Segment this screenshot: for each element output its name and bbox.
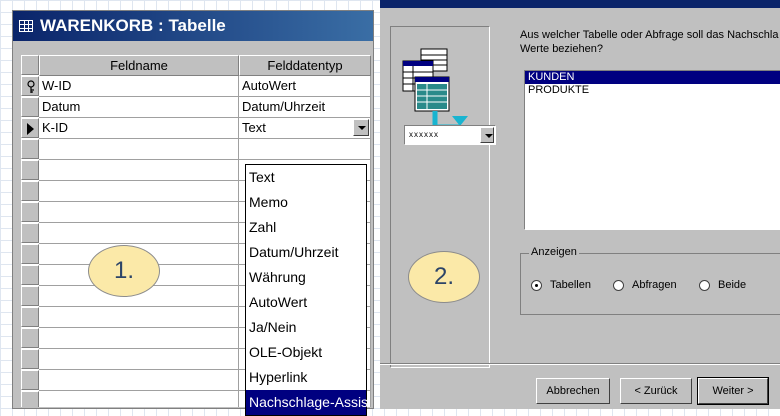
radio-unchecked-icon[interactable] xyxy=(613,279,624,291)
field-name-cell[interactable]: Datum xyxy=(39,97,239,118)
next-button[interactable]: Weiter > xyxy=(697,377,769,405)
row-selector[interactable] xyxy=(21,118,39,138)
field-name-cell[interactable] xyxy=(39,391,239,407)
radio-label: Tabellen xyxy=(550,279,591,291)
groupbox-label: Anzeigen xyxy=(529,246,579,258)
field-name-cell[interactable] xyxy=(39,328,239,349)
radio-label: Beide xyxy=(718,279,747,291)
field-name-cell[interactable] xyxy=(39,223,239,244)
row-selector[interactable] xyxy=(21,328,39,348)
table-row[interactable]: W-ID AutoWert xyxy=(21,76,371,97)
row-selector[interactable] xyxy=(21,370,39,390)
wizard-question: Aus welcher Tabelle oder Abfrage soll da… xyxy=(520,29,779,55)
anzeigen-groupbox: Anzeigen Tabellen Abfragen Beide xyxy=(520,246,780,315)
sample-combo-box[interactable]: xxxxxx xyxy=(404,125,496,145)
step-badge-2: 2. xyxy=(408,251,480,303)
row-selector[interactable] xyxy=(21,349,39,369)
row-selector[interactable] xyxy=(21,139,39,159)
row-selector[interactable] xyxy=(21,76,39,96)
field-name-cell[interactable] xyxy=(39,307,239,328)
button-divider xyxy=(380,363,780,365)
row-selector[interactable] xyxy=(21,202,39,222)
data-type-dropdown-list[interactable]: Text Memo Zahl Datum/Uhrzeit Währung Aut… xyxy=(245,164,368,416)
list-item[interactable]: PRODUKTE xyxy=(525,84,780,97)
row-selector[interactable] xyxy=(21,307,39,327)
wizard-title-bar[interactable] xyxy=(380,0,780,8)
window-title: WARENKORB : Tabelle xyxy=(40,16,226,35)
table-query-listbox[interactable]: KUNDEN PRODUKTE xyxy=(524,70,780,230)
row-selector[interactable] xyxy=(21,286,39,306)
column-header-feldname: Feldname xyxy=(39,55,239,76)
row-selector[interactable] xyxy=(21,97,39,117)
row-selector[interactable] xyxy=(21,160,39,180)
dropdown-option-waehrung[interactable]: Währung xyxy=(246,265,366,290)
grid-header: Feldname Felddatentyp xyxy=(21,55,371,76)
table-row[interactable]: Datum Datum/Uhrzeit xyxy=(21,97,371,118)
field-type-value: Text xyxy=(242,120,266,135)
cancel-button[interactable]: Abbrechen xyxy=(536,378,610,404)
radio-unchecked-icon[interactable] xyxy=(699,279,710,291)
dropdown-option-autowert[interactable]: AutoWert xyxy=(246,290,366,315)
wizard-graphic-panel xyxy=(390,26,490,368)
field-name-cell[interactable] xyxy=(39,202,239,223)
radio-abfragen[interactable]: Abfragen xyxy=(613,278,677,292)
field-name-cell[interactable]: W-ID xyxy=(39,76,239,97)
row-selector[interactable] xyxy=(21,181,39,201)
field-name-cell[interactable] xyxy=(39,181,239,202)
field-type-cell[interactable]: AutoWert xyxy=(239,76,371,97)
dropdown-option-text[interactable]: Text xyxy=(246,165,366,190)
column-header-felddatentyp: Felddatentyp xyxy=(239,55,371,76)
field-name-cell[interactable] xyxy=(39,349,239,370)
primary-key-icon xyxy=(27,80,35,93)
radio-label: Abfragen xyxy=(632,279,677,291)
dropdown-option-ole-objekt[interactable]: OLE-Objekt xyxy=(246,340,366,365)
sample-combo-value: xxxxxx xyxy=(409,130,439,139)
dropdown-option-ja-nein[interactable]: Ja/Nein xyxy=(246,315,366,340)
table-row-current[interactable]: K-ID Text xyxy=(21,118,371,139)
row-selector[interactable] xyxy=(21,265,39,285)
row-selector[interactable] xyxy=(21,244,39,264)
dropdown-option-memo[interactable]: Memo xyxy=(246,190,366,215)
dropdown-option-hyperlink[interactable]: Hyperlink xyxy=(246,365,366,390)
dropdown-arrow-button[interactable] xyxy=(480,127,494,143)
radio-beide[interactable]: Beide xyxy=(699,278,746,292)
radio-tabellen[interactable]: Tabellen xyxy=(531,278,591,292)
dropdown-option-zahl[interactable]: Zahl xyxy=(246,215,366,240)
field-name-cell[interactable] xyxy=(39,139,239,160)
dropdown-option-datum-uhrzeit[interactable]: Datum/Uhrzeit xyxy=(246,240,366,265)
field-type-cell[interactable]: Datum/Uhrzeit xyxy=(239,97,371,118)
step-badge-1: 1. xyxy=(88,245,160,297)
row-selector[interactable] xyxy=(21,55,39,75)
table-icon xyxy=(19,20,33,32)
current-row-pointer-icon xyxy=(27,123,34,135)
back-button[interactable]: < Zurück xyxy=(620,378,692,404)
field-type-combo[interactable]: Text xyxy=(239,118,371,139)
field-name-cell[interactable] xyxy=(39,370,239,391)
row-selector[interactable] xyxy=(21,391,39,407)
table-row[interactable] xyxy=(21,139,371,160)
radio-checked-icon[interactable] xyxy=(531,279,542,291)
dropdown-arrow-button[interactable] xyxy=(353,119,369,136)
lookup-wizard-window: xxxxxx Aus welcher Tabelle oder Abfrage … xyxy=(380,0,780,409)
table-design-window: WARENKORB : Tabelle Feldname Felddatenty… xyxy=(12,10,374,416)
list-item[interactable]: KUNDEN xyxy=(525,71,780,84)
window-title-bar[interactable]: WARENKORB : Tabelle xyxy=(13,11,373,41)
dropdown-option-nachschlage-assistent[interactable]: Nachschlage-Assis xyxy=(246,390,368,415)
field-name-cell[interactable]: K-ID xyxy=(39,118,239,139)
field-type-cell[interactable] xyxy=(239,139,371,160)
row-selector[interactable] xyxy=(21,223,39,243)
field-name-cell[interactable] xyxy=(39,160,239,181)
